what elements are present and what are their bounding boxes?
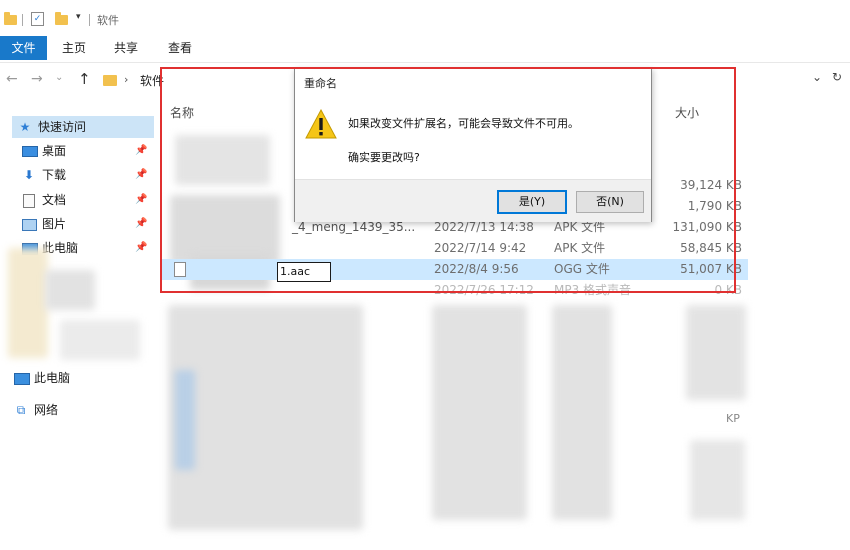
sidebar-item-label: 图片 [42,217,67,231]
warning-icon [305,109,337,139]
blurred-region [168,305,363,530]
file-size: 51,007 KB [680,262,742,276]
address-folder-icon [103,75,117,86]
blurred-region [432,305,527,520]
tab-file[interactable]: 文件 [0,36,47,60]
column-header-name[interactable]: 名称 [170,104,194,121]
blurred-region [175,370,195,470]
pictures-icon [22,213,37,235]
new-folder-icon[interactable] [55,12,68,25]
sidebar-item-label: 网络 [34,403,59,417]
star-icon: ★ [19,120,31,134]
window-title: 软件 [97,14,119,27]
recent-locations-icon[interactable]: ⌄ [55,72,63,83]
file-size: 39,124 KB [680,178,742,192]
file-size: 58,845 KB [680,241,742,255]
toolbar-separator [22,14,23,26]
tab-share[interactable]: 共享 [114,36,138,60]
column-header-size[interactable]: 大小 [675,104,699,121]
blurred-region [8,248,48,358]
download-icon: ⬇ [23,168,35,182]
network-icon: ⧉ [16,403,26,417]
forward-arrow-icon[interactable]: → [31,71,43,87]
rename-input[interactable]: 1.aac [277,262,331,282]
pin-icon[interactable]: 📌 [135,164,147,186]
sidebar-item-label: 桌面 [42,144,67,158]
dialog-body: 如果改变文件扩展名，可能会导致文件不可用。 确实要更改吗? [295,99,651,179]
file-size: KP [726,412,740,425]
breadcrumb-chevron-icon[interactable]: › [124,73,128,86]
blurred-region [60,320,140,360]
sidebar-item-desktop[interactable]: 桌面 📌 [22,140,152,162]
file-size: 1,790 KB [687,199,742,213]
pin-icon[interactable]: 📌 [135,189,147,211]
sidebar-item-this-pc[interactable]: 此电脑 [14,367,144,389]
dialog-question: 确实要更改吗? [348,151,420,164]
sidebar-item-label: 此电脑 [34,371,71,385]
yes-button[interactable]: 是(Y) [497,190,567,214]
blurred-region [45,270,95,310]
address-dropdown-icon[interactable]: ⌄ [812,70,822,84]
pin-icon[interactable]: 📌 [135,213,147,235]
refresh-icon[interactable]: ↻ [832,70,842,84]
sidebar-item-downloads[interactable]: ⬇ 下载 📌 [22,164,152,186]
sidebar-item-network[interactable]: ⧉ 网络 [14,399,144,421]
dialog-title: 重命名 [304,77,337,90]
file-date: 2022/8/4 9:56 [434,262,519,276]
customize-toolbar-icon[interactable]: ▾ [76,12,81,22]
file-type: APK 文件 [554,241,606,255]
address-bar-controls[interactable]: ⌄ ↻ [812,70,842,84]
file-date: 2022/7/14 9:42 [434,241,527,255]
file-type: OGG 文件 [554,262,610,276]
toolbar-separator [89,14,90,26]
no-button[interactable]: 否(N) [576,191,644,213]
folder-icon [4,12,17,25]
table-row-selected[interactable]: 2022/8/4 9:56 OGG 文件 51,007 KB [162,259,748,280]
dialog-footer: 是(Y) 否(N) [295,179,651,222]
back-arrow-icon[interactable]: ← [6,71,18,87]
tab-view[interactable]: 查看 [168,36,192,60]
title-bar: ✓ ▾ 软件 [0,0,850,34]
file-type: MP3 格式声音 [554,283,632,297]
sidebar-item-label: 快速访问 [38,120,87,134]
computer-icon [14,367,30,389]
properties-icon[interactable]: ✓ [31,12,44,26]
blurred-region [690,440,745,520]
blurred-region [686,305,746,400]
file-date: 2022/7/26 17:12 [434,283,534,297]
desktop-icon [22,140,38,162]
rename-dialog: 重命名 如果改变文件扩展名，可能会导致文件不可用。 确实要更改吗? 是(Y) 否… [294,68,652,222]
document-icon [22,189,36,211]
sidebar-item-label: 文档 [42,193,67,207]
sidebar-item-documents[interactable]: 文档 📌 [22,189,152,211]
up-arrow-icon[interactable]: ↑ [78,70,91,88]
pin-icon[interactable]: 📌 [135,237,147,259]
blurred-region [552,305,612,520]
pin-icon[interactable]: 📌 [135,140,147,162]
dialog-message: 如果改变文件扩展名，可能会导致文件不可用。 [348,117,579,130]
table-row[interactable]: 2022/7/26 17:12 MP3 格式声音 0 KB [162,280,748,301]
breadcrumb[interactable]: 软件 [140,72,164,89]
table-row[interactable]: 2022/7/14 9:42 APK 文件 58,845 KB [162,238,748,259]
sidebar-item-pictures[interactable]: 图片 📌 [22,213,152,235]
sidebar-item-label: 下载 [42,168,67,182]
tab-home[interactable]: 主页 [62,36,86,60]
file-size: 0 KB [714,283,742,297]
sidebar-item-quick-access[interactable]: ★ 快速访问 [12,116,154,138]
file-size: 131,090 KB [672,220,742,234]
file-icon [174,262,186,277]
